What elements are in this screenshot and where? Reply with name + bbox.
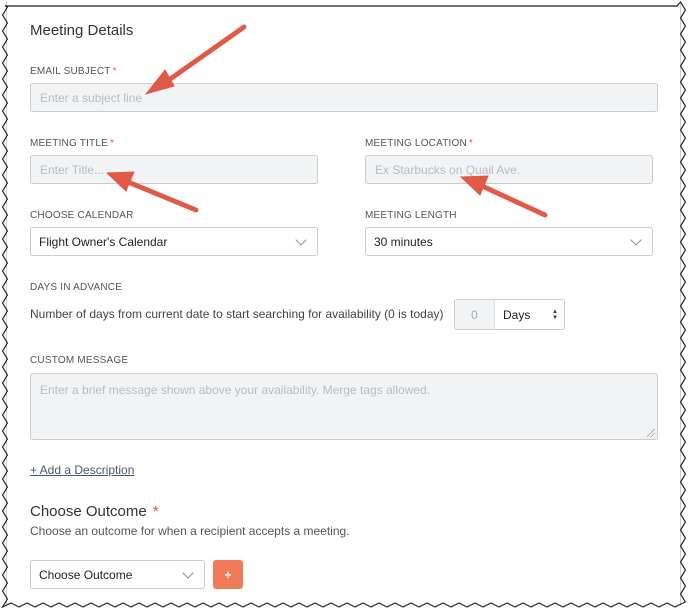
meeting-title-input[interactable]: Enter Title...	[30, 155, 318, 184]
email-subject-label: EMAIL SUBJECT *	[30, 66, 117, 77]
required-marker: *	[112, 66, 117, 77]
meeting-location-input[interactable]: Ex Starbucks on Quail Ave.	[365, 155, 653, 184]
required-marker: *	[109, 138, 115, 149]
outcome-select-value: Choose Outcome	[39, 567, 133, 582]
meeting-title-label-text: MEETING TITLE	[30, 138, 108, 149]
required-marker: *	[152, 503, 159, 520]
calendar-select-value: Flight Owner's Calendar	[39, 234, 168, 249]
days-unit-value: Days	[503, 307, 531, 322]
days-number-input[interactable]: 0	[455, 300, 495, 329]
meeting-length-value: 30 minutes	[374, 234, 433, 249]
meeting-length-select[interactable]: 30 minutes	[365, 227, 653, 256]
days-in-advance-control: 0 Days ▲ ▼	[454, 299, 565, 330]
custom-message-textarea[interactable]: Enter a brief message shown above your a…	[30, 373, 658, 440]
choose-calendar-label: CHOOSE CALENDAR	[30, 210, 134, 221]
email-subject-input[interactable]: Enter a subject line	[30, 83, 658, 112]
required-marker: *	[468, 138, 474, 149]
meeting-title-label: MEETING TITLE *	[30, 138, 114, 149]
meeting-length-label: MEETING LENGTH	[365, 210, 457, 221]
custom-message-placeholder: Enter a brief message shown above your a…	[40, 383, 430, 397]
outcome-title-text: Choose Outcome	[30, 503, 147, 520]
resize-grip-icon[interactable]	[647, 429, 655, 437]
days-in-advance-description: Number of days from current date to star…	[30, 307, 444, 321]
chevron-down-icon	[630, 233, 642, 246]
chevron-down-icon	[295, 233, 307, 246]
meeting-location-placeholder: Ex Starbucks on Quail Ave.	[375, 162, 521, 177]
up-down-arrows-icon: ▲ ▼	[552, 308, 558, 321]
add-outcome-button[interactable]: +	[213, 560, 243, 589]
meeting-title-placeholder: Enter Title...	[40, 162, 105, 177]
meeting-details-panel: Meeting Details EMAIL SUBJECT * Enter a s…	[6, 2, 681, 606]
calendar-select[interactable]: Flight Owner's Calendar	[30, 227, 318, 256]
meeting-location-label: MEETING LOCATION *	[365, 138, 473, 149]
custom-message-label: CUSTOM MESSAGE	[30, 355, 129, 366]
email-subject-placeholder: Enter a subject line	[40, 90, 143, 105]
outcome-subtitle: Choose an outcome for when a recipient a…	[30, 524, 350, 538]
chevron-down-icon	[182, 566, 194, 579]
days-unit-select[interactable]: Days ▲ ▼	[495, 300, 564, 329]
outcome-title: Choose Outcome *	[30, 503, 159, 520]
days-in-advance-label: DAYS IN ADVANCE	[30, 282, 123, 293]
add-description-link[interactable]: + Add a Description	[30, 463, 134, 477]
meeting-location-label-text: MEETING LOCATION	[365, 138, 467, 149]
outcome-select[interactable]: Choose Outcome	[30, 560, 205, 589]
section-title: Meeting Details	[30, 22, 134, 39]
email-subject-label-text: EMAIL SUBJECT	[30, 66, 111, 77]
